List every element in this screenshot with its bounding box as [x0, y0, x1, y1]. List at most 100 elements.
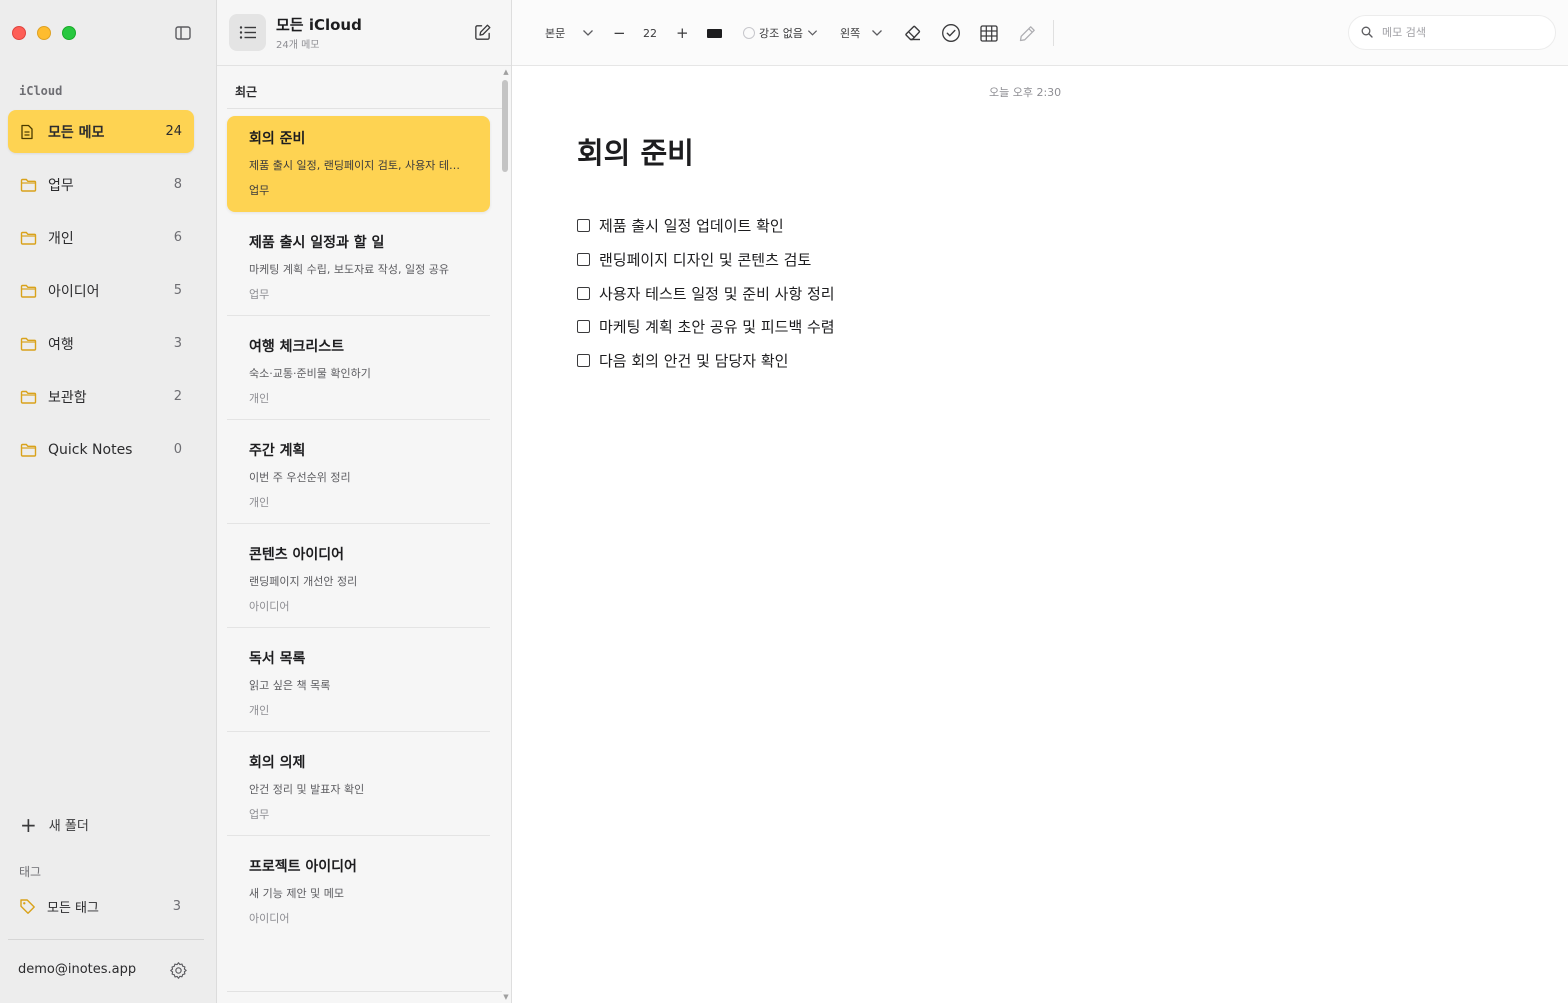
note-preview: 랜딩페이지 개선안 정리: [249, 575, 358, 588]
folder-icon: [20, 230, 38, 246]
list-view-button[interactable]: [229, 14, 266, 51]
note-folder: 업무: [249, 288, 270, 301]
note-title: 주간 계획: [249, 443, 306, 459]
tag-icon: [19, 898, 37, 916]
search-input[interactable]: [1382, 26, 1542, 39]
checklist-item-text[interactable]: 랜딩페이지 디자인 및 콘텐츠 검토: [599, 249, 811, 270]
sidebar: iCloud 모든 메모 24 업무 8 개인 6 아이디어 5 여행 3 보관…: [0, 0, 217, 1003]
account-email: demo@inotes.app: [18, 962, 137, 977]
tags-section-label: 태그: [19, 865, 42, 879]
notes-app-window: iCloud 모든 메모 24 업무 8 개인 6 아이디어 5 여행 3 보관…: [0, 0, 1568, 1003]
note-item[interactable]: 프로젝트 아이디어 새 기능 제안 및 메모 아이디어: [227, 844, 490, 940]
note-item[interactable]: 독서 목록 읽고 싶은 책 목록 개인: [227, 636, 490, 732]
folder-count: 24: [165, 124, 182, 139]
note-title: 콘텐츠 아이디어: [249, 547, 345, 563]
note-folder: 아이디어: [249, 912, 290, 925]
all-tags-item[interactable]: 모든 태그 3: [19, 897, 181, 916]
note-icon: [20, 124, 38, 140]
checklist-item-text[interactable]: 마케팅 계획 초안 공유 및 피드백 수렴: [599, 316, 835, 337]
sidebar-toggle-icon[interactable]: [173, 24, 193, 42]
chevron-down-icon: [871, 29, 883, 37]
note-list-scrollbar[interactable]: [502, 80, 508, 172]
sidebar-divider: [8, 939, 204, 940]
folder-icon: [20, 177, 38, 193]
folder-name: 여행: [48, 336, 74, 353]
scroll-up-arrow-icon[interactable]: ▲: [502, 69, 510, 76]
checkbox[interactable]: [577, 253, 590, 267]
new-folder-button[interactable]: + 새 폴더: [20, 812, 89, 837]
paragraph-style-dropdown[interactable]: 본문: [545, 0, 594, 66]
alignment-dropdown[interactable]: 왼쪽: [840, 0, 883, 66]
note-item-selected[interactable]: 회의 준비 제품 출시 일정, 랜딩페이지 검토, 사용자 테스트 일정 및 준…: [227, 116, 490, 212]
note-item[interactable]: 주간 계획 이번 주 우선순위 정리 개인: [227, 428, 490, 524]
folder-list: 모든 메모 24 업무 8 개인 6 아이디어 5 여행 3 보관함 2 Qui…: [8, 110, 194, 481]
checkbox[interactable]: [577, 219, 590, 233]
all-tags-count: 3: [172, 899, 181, 914]
scroll-down-arrow-icon[interactable]: ▼: [502, 994, 510, 1001]
search-field[interactable]: [1348, 15, 1556, 50]
checkbox[interactable]: [577, 320, 590, 334]
table-icon[interactable]: [980, 0, 998, 66]
alignment-label: 왼쪽: [840, 27, 861, 40]
folder-count: 6: [173, 230, 182, 245]
folder-item-archive[interactable]: 보관함 2: [8, 375, 194, 418]
folder-count: 5: [173, 283, 182, 298]
plus-icon: +: [20, 812, 37, 837]
close-window-button[interactable]: [12, 26, 26, 40]
checklist-item-text[interactable]: 사용자 테스트 일정 및 준비 사항 정리: [599, 283, 835, 304]
folder-item-personal[interactable]: 개인 6: [8, 216, 194, 259]
checklist: 제품 출시 일정 업데이트 확인 랜딩페이지 디자인 및 콘텐츠 검토 사용자 …: [577, 209, 835, 377]
note-preview: 숙소·교통·준비물 확인하기: [249, 367, 371, 380]
folder-icon: [20, 336, 38, 352]
checkbox[interactable]: [577, 286, 590, 300]
checklist-item-text[interactable]: 제품 출시 일정 업데이트 확인: [599, 215, 784, 236]
text-color-swatch[interactable]: [707, 0, 722, 66]
folder-name: Quick Notes: [48, 441, 133, 458]
folder-item-ideas[interactable]: 아이디어 5: [8, 269, 194, 312]
folder-item-all-notes[interactable]: 모든 메모 24: [8, 110, 194, 153]
note-preview: 새 기능 제안 및 메모: [249, 887, 344, 900]
increase-font-button[interactable]: +: [676, 0, 689, 66]
compose-icon[interactable]: [473, 23, 493, 43]
folder-item-travel[interactable]: 여행 3: [8, 322, 194, 365]
folder-name: 보관함: [48, 389, 87, 406]
checklist-item: 랜딩페이지 디자인 및 콘텐츠 검토: [577, 243, 835, 277]
decrease-font-button[interactable]: −: [613, 0, 626, 66]
font-size-value[interactable]: 22: [643, 0, 657, 66]
note-item[interactable]: 콘텐츠 아이디어 랜딩페이지 개선안 정리 아이디어: [227, 532, 490, 628]
note-item[interactable]: 회의 의제 안건 정리 및 발표자 확인 업무: [227, 740, 490, 836]
note-item[interactable]: 여행 체크리스트 숙소·교통·준비물 확인하기 개인: [227, 324, 490, 420]
gear-icon[interactable]: [169, 961, 188, 980]
note-folder: 아이디어: [249, 600, 290, 613]
folder-item-quick-notes[interactable]: Quick Notes 0: [8, 428, 194, 471]
note-list-title: 모든 iCloud: [276, 16, 362, 34]
list-icon: [239, 26, 256, 39]
folder-item-work[interactable]: 업무 8: [8, 163, 194, 206]
folder-count: 0: [173, 442, 182, 457]
note-title: 회의 준비: [249, 131, 306, 147]
chevron-down-icon: [582, 29, 594, 37]
icloud-section-label: iCloud: [19, 84, 63, 98]
note-folder: 업무: [249, 184, 270, 197]
checklist-item-text[interactable]: 다음 회의 안건 및 담당자 확인: [599, 350, 788, 371]
folder-name: 업무: [48, 177, 74, 194]
eraser-icon[interactable]: [904, 0, 922, 66]
checkbox[interactable]: [577, 354, 590, 368]
zoom-window-button[interactable]: [62, 26, 76, 40]
minimize-window-button[interactable]: [37, 26, 51, 40]
pencil-icon[interactable]: [1019, 0, 1036, 66]
highlight-dropdown[interactable]: 강조 없음: [743, 0, 818, 66]
checklist-item: 사용자 테스트 일정 및 준비 사항 정리: [577, 276, 835, 310]
checklist-item: 마케팅 계획 초안 공유 및 피드백 수렴: [577, 310, 835, 344]
note-preview: 마케팅 계획 수립, 보도자료 작성, 일정 공유: [249, 263, 450, 276]
checklist-item: 다음 회의 안건 및 담당자 확인: [577, 344, 835, 378]
note-folder: 개인: [249, 496, 270, 509]
note-folder: 개인: [249, 704, 270, 717]
note-item[interactable]: 제품 출시 일정과 할 일 마케팅 계획 수립, 보도자료 작성, 일정 공유 …: [227, 220, 490, 316]
note-list-pane: 모든 iCloud 24개 메모 최근 회의 준비 제품 출시 일정, 랜딩페이…: [217, 0, 512, 1003]
note-heading[interactable]: 회의 준비: [577, 130, 694, 172]
note-title: 프로젝트 아이디어: [249, 859, 357, 875]
folder-count: 3: [173, 336, 182, 351]
checklist-icon[interactable]: [941, 0, 961, 66]
window-controls: [12, 26, 76, 40]
